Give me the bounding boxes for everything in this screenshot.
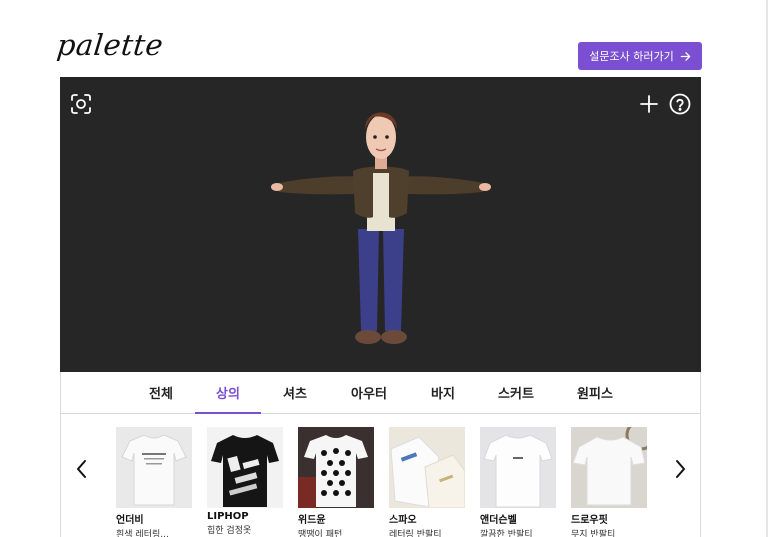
product-brand: 드로우핏 — [571, 515, 608, 526]
avatar-model[interactable] — [271, 99, 491, 349]
product-image — [389, 427, 465, 508]
plus-icon[interactable] — [638, 93, 660, 115]
product-description: 힙한 검정옷 — [207, 526, 252, 536]
product-image — [480, 427, 556, 508]
product-card[interactable]: 스파오 레터링 반팔티 — [389, 427, 465, 537]
help-icon[interactable] — [669, 93, 691, 115]
app-logo[interactable]: palette — [55, 28, 165, 62]
product-brand: LIPHOP — [207, 511, 249, 522]
product-card[interactable]: 앤더슨벨 깔끔한 반팔티 — [480, 427, 556, 537]
tab-tops[interactable]: 상의 — [195, 372, 261, 414]
product-description: 땡땡이 패턴 — [298, 530, 343, 537]
product-card[interactable]: 드로우핏 무지 반팔티 — [571, 427, 647, 537]
product-description: 레터링 반팔티 — [389, 530, 442, 537]
tab-outer[interactable]: 아우터 — [329, 372, 409, 413]
survey-button[interactable]: 설문조사 하러가기 — [578, 42, 702, 70]
product-image — [571, 427, 647, 508]
chevron-left-icon[interactable] — [73, 458, 91, 480]
product-carousel: 언더비 흰색 레터링... LIPHOP 힙한 검정옷 위드윤 땡땡이 패턴 스… — [60, 414, 701, 537]
product-brand: 언더비 — [116, 515, 144, 526]
product-image — [298, 427, 374, 508]
product-card[interactable]: 언더비 흰색 레터링... — [116, 427, 192, 537]
product-description: 무지 반팔티 — [571, 530, 616, 537]
product-brand: 앤더슨벨 — [480, 515, 517, 526]
product-image — [116, 427, 192, 508]
chevron-right-icon[interactable] — [671, 458, 689, 480]
product-description: 깔끔한 반팔티 — [480, 530, 533, 537]
tab-dresses[interactable]: 원피스 — [556, 372, 634, 413]
arrow-right-icon — [680, 51, 691, 61]
tab-all[interactable]: 전체 — [128, 372, 194, 413]
product-description: 흰색 레터링... — [116, 530, 169, 537]
category-tabs: 전체 상의 셔츠 아우터 바지 스커트 원피스 — [60, 372, 701, 414]
capture-icon[interactable] — [70, 93, 92, 115]
product-image — [207, 427, 283, 508]
product-brand: 스파오 — [389, 515, 417, 526]
product-card[interactable]: 위드윤 땡땡이 패턴 — [298, 427, 374, 537]
survey-button-label: 설문조사 하러가기 — [589, 50, 674, 63]
tab-skirts[interactable]: 스커트 — [477, 372, 555, 413]
tab-pants[interactable]: 바지 — [410, 372, 476, 413]
tab-shirts[interactable]: 셔츠 — [262, 372, 328, 413]
product-card[interactable]: LIPHOP 힙한 검정옷 — [207, 427, 283, 536]
product-brand: 위드윤 — [298, 515, 326, 526]
avatar-viewer[interactable] — [60, 77, 701, 372]
